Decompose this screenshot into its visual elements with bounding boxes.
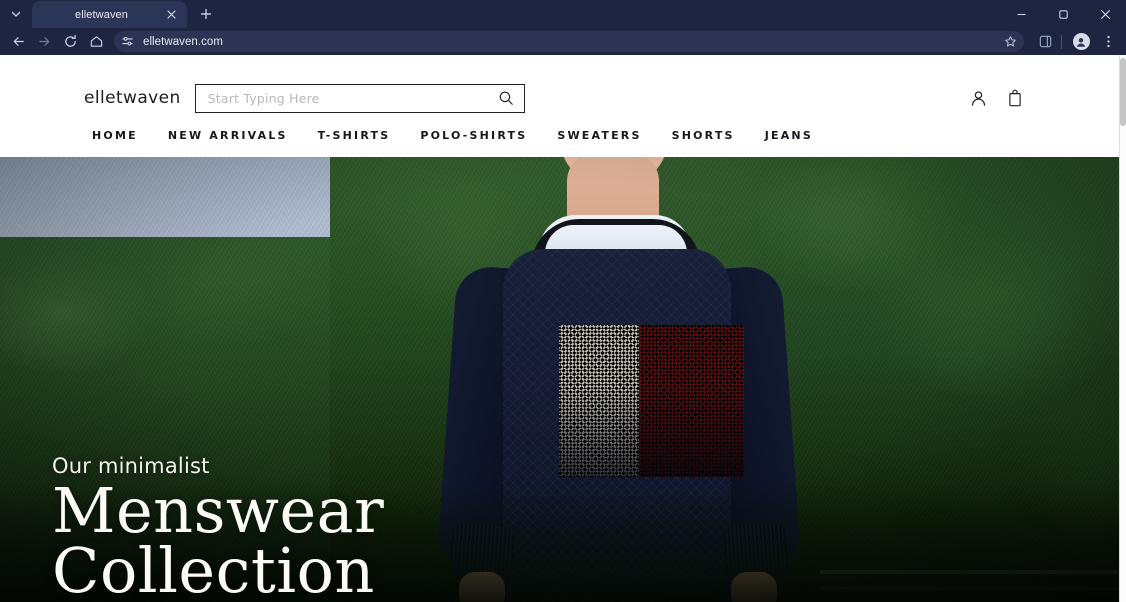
url-text: elletwaven.com (143, 35, 223, 48)
chevron-down-icon (11, 11, 21, 17)
tune-icon (122, 36, 133, 46)
forward-button[interactable] (32, 30, 56, 54)
maximize-icon (1058, 9, 1068, 19)
browser-toolbar: elletwaven.com (0, 28, 1126, 55)
bag-icon[interactable] (1006, 89, 1024, 108)
site-logo[interactable]: elletwaven (84, 88, 181, 108)
site-info-button[interactable] (119, 33, 136, 50)
close-icon (1100, 9, 1110, 19)
page-viewport: elletwaven Start Typing Here HOME NEW AR… (0, 55, 1126, 602)
home-button[interactable] (84, 30, 108, 54)
reload-button[interactable] (58, 30, 82, 54)
reload-icon (64, 34, 76, 47)
window-close-button[interactable] (1084, 0, 1126, 28)
hero-banner: Our minimalist Menswear Collection (0, 157, 1120, 602)
tab-close-button[interactable] (163, 7, 179, 23)
tab-title: elletwaven (75, 8, 128, 21)
hero-title-line-2: Collection (52, 534, 375, 602)
site-navigation: HOME NEW ARRIVALS T-SHIRTS POLO-SHIRTS S… (0, 117, 1120, 153)
nav-item-new-arrivals[interactable]: NEW ARRIVALS (168, 129, 288, 142)
search-icon[interactable] (498, 90, 514, 106)
account-icon[interactable] (969, 89, 988, 108)
bookmark-button[interactable] (1000, 32, 1020, 52)
side-panel-button[interactable] (1033, 30, 1057, 54)
profile-button[interactable] (1069, 30, 1093, 54)
tab-search-button[interactable] (2, 2, 30, 26)
nav-item-jeans[interactable]: JEANS (765, 129, 813, 142)
back-button[interactable] (6, 30, 30, 54)
maximize-button[interactable] (1042, 0, 1084, 28)
page-scrollbar-track[interactable] (1120, 55, 1126, 602)
toolbar-right-icons (1030, 30, 1120, 54)
profile-avatar-icon (1072, 33, 1090, 50)
search-input[interactable] (207, 90, 498, 106)
minimize-icon (1017, 13, 1025, 15)
nav-item-shorts[interactable]: SHORTS (672, 129, 735, 142)
browser-menu-button[interactable] (1096, 30, 1120, 54)
nav-item-sweaters[interactable]: SWEATERS (557, 129, 641, 142)
page-scrollbar-thumb[interactable] (1120, 58, 1126, 126)
header-top-row: elletwaven (0, 55, 1120, 117)
site-search-box[interactable] (194, 83, 525, 113)
close-icon (166, 10, 176, 19)
website-page: elletwaven Start Typing Here HOME NEW AR… (0, 55, 1120, 602)
star-icon (1004, 36, 1016, 47)
browser-window: elletwaven elletwaven.com elletwaven Sta… (0, 0, 1126, 602)
arrow-left-icon (13, 37, 24, 46)
window-controls (1000, 0, 1126, 28)
nav-item-home[interactable]: HOME (92, 129, 138, 142)
nav-item-t-shirts[interactable]: T-SHIRTS (318, 129, 391, 142)
plus-icon (200, 8, 212, 20)
side-panel-icon (1039, 35, 1051, 48)
browser-tab[interactable]: elletwaven (32, 1, 187, 28)
address-bar[interactable]: elletwaven.com (114, 31, 1024, 52)
new-tab-button[interactable] (193, 2, 219, 26)
three-dot-menu-icon (1106, 35, 1110, 48)
toolbar-divider (1061, 34, 1062, 49)
home-icon (90, 36, 102, 47)
arrow-right-icon (38, 37, 49, 46)
tab-strip: elletwaven (0, 0, 1126, 28)
header-action-icons (969, 89, 1024, 108)
nav-item-polo-shirts[interactable]: POLO-SHIRTS (420, 129, 527, 142)
site-header: elletwaven Start Typing Here HOME NEW AR… (0, 55, 1120, 157)
hero-title-line-1: Menswear (52, 473, 385, 547)
minimize-button[interactable] (1000, 0, 1042, 28)
hero-text-block: Our minimalist Menswear Collection (52, 455, 384, 602)
